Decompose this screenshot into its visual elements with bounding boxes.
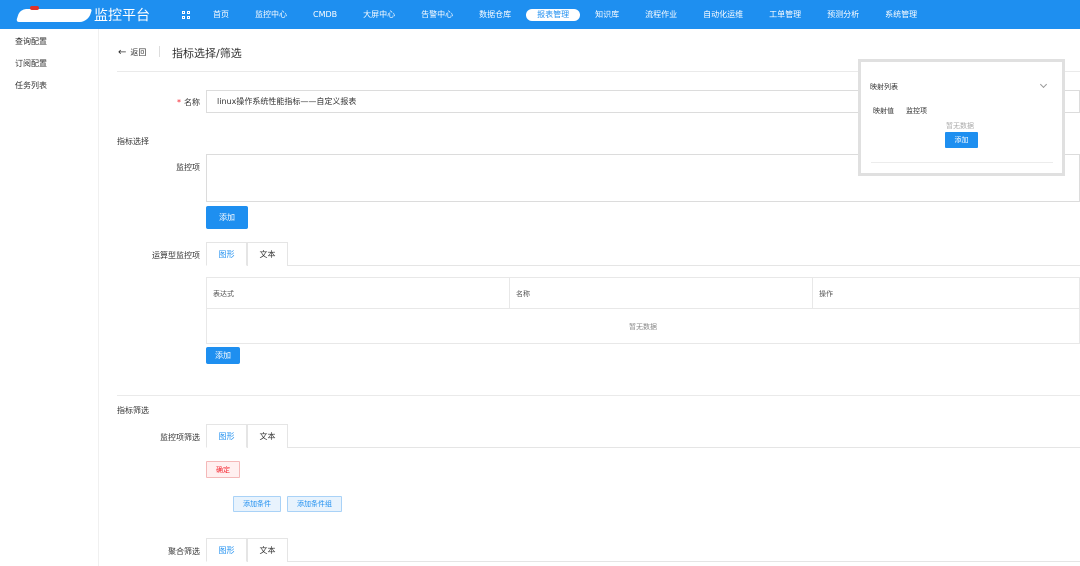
app-logo[interactable]: 监控平台 [15,4,150,26]
table-empty-text: 暂无数据 [629,323,657,331]
monitor-item-label: 监控项 [176,163,200,172]
add-condition-button[interactable]: 添加条件 [233,496,281,512]
aggregate-tab-text[interactable]: 文本 [247,538,288,562]
apps-grid-icon[interactable] [182,10,190,19]
nav-item-monitor-center[interactable]: 监控中心 [242,9,300,21]
sidebar-item-query-config[interactable]: 查询配置 [15,36,47,47]
panel-divider [871,162,1053,163]
back-button[interactable]: ← 返回 [118,47,146,58]
arrow-left-icon: ← [118,47,127,58]
nav-item-ticket-management[interactable]: 工单管理 [756,9,814,21]
mapping-empty-text: 暂无数据 [946,122,974,130]
aggregate-filter-label: 聚合筛选 [168,547,200,556]
aggregate-tab-graph[interactable]: 图形 [206,538,247,562]
nav-item-data-warehouse[interactable]: 数据仓库 [466,9,524,21]
header-divider [159,46,160,57]
column-header-actions: 操作 [819,289,833,298]
expression-table: 表达式 名称 操作 暂无数据 [206,277,1080,344]
mapping-list-title: 映射列表 [870,83,898,91]
table-header-row: 表达式 名称 操作 [207,278,1080,309]
column-header-name: 名称 [510,278,813,309]
nav-item-cmdb[interactable]: CMDB [300,9,350,21]
column-header-expression: 表达式 [207,278,510,309]
nav-item-system-management[interactable]: 系统管理 [872,9,930,21]
nav-item-alarm-center[interactable]: 告警中心 [408,9,466,21]
main-nav: 首页 监控中心 CMDB 大屏中心 告警中心 数据仓库 报表管理 知识库 流程作… [180,0,930,29]
sidebar: 查询配置 订阅配置 任务列表 [0,29,99,566]
tab-graph[interactable]: 图形 [206,242,247,266]
monitor-filter-tabs: 图形 文本 [206,424,1080,448]
filter-tab-graph[interactable]: 图形 [206,424,247,448]
back-label: 返回 [130,48,147,57]
page-title: 指标选择/筛选 [172,47,242,60]
tab-text[interactable]: 文本 [247,242,288,266]
filter-tab-text[interactable]: 文本 [247,424,288,448]
section-metric-filter-title: 指标筛选 [117,406,149,415]
mapping-list-panel: 映射列表 映射值 监控项 暂无数据 添加 [858,59,1065,176]
nav-item-automation-ops[interactable]: 自动化运维 [690,9,756,21]
mapping-add-button[interactable]: 添加 [945,132,978,148]
chevron-down-icon[interactable] [1039,80,1048,89]
nav-item-knowledge-base[interactable]: 知识库 [582,9,632,21]
aggregate-filter-tabs: 图形 文本 [206,538,1080,562]
section-divider [117,395,1080,396]
calc-monitor-tabs: 图形 文本 [206,242,1080,266]
calc-monitor-label: 运算型监控项 [152,251,200,260]
mapping-col-monitor: 监控项 [906,107,927,115]
confirm-button[interactable]: 确定 [206,461,240,478]
name-label: * 名称 [177,98,200,107]
add-monitor-item-button[interactable]: 添加 [206,206,248,229]
logo-mark [15,8,93,22]
sidebar-item-task-list[interactable]: 任务列表 [15,80,47,91]
top-nav-bar: 监控平台 首页 监控中心 CMDB 大屏中心 告警中心 数据仓库 报表管理 知识… [0,0,1080,29]
monitor-filter-label: 监控项筛选 [160,433,200,442]
logo-mark-accent [30,6,39,10]
sidebar-item-subscription-config[interactable]: 订阅配置 [15,58,47,69]
required-marker: * [177,98,181,107]
mapping-col-value: 映射值 [873,107,894,115]
nav-item-report-management[interactable]: 报表管理 [526,8,581,21]
nav-item-process-jobs[interactable]: 流程作业 [632,9,690,21]
add-condition-group-button[interactable]: 添加条件组 [287,496,342,512]
add-expression-button[interactable]: 添加 [206,347,240,364]
nav-item-screen-center[interactable]: 大屏中心 [350,9,408,21]
section-metric-select-title: 指标选择 [117,137,149,146]
nav-item-predictive-analysis[interactable]: 预测分析 [814,9,872,21]
nav-item-home[interactable]: 首页 [200,9,242,21]
app-title: 监控平台 [94,8,150,24]
